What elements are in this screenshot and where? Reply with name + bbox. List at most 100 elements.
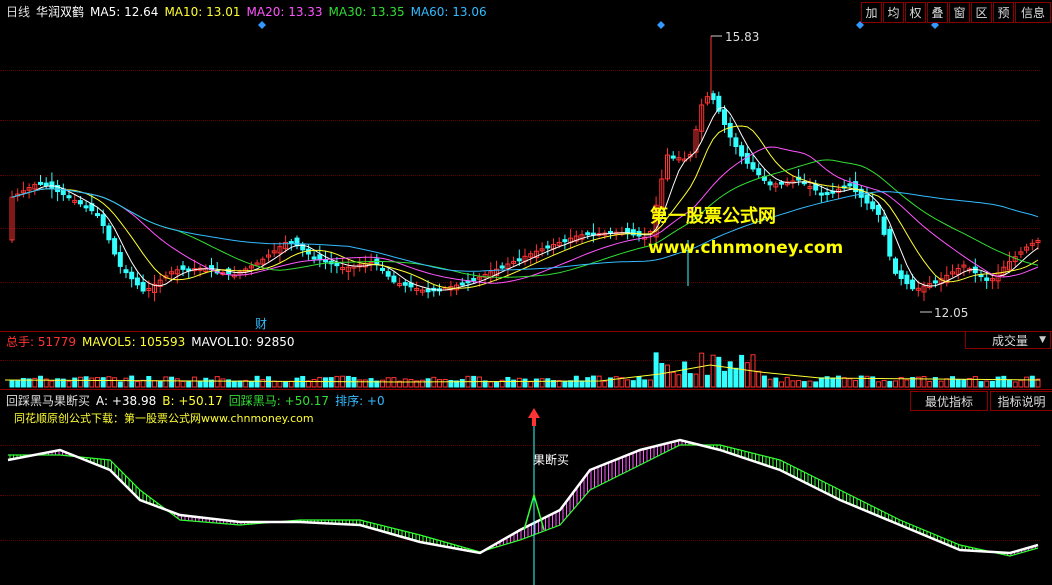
add-button[interactable]: 加 bbox=[861, 2, 882, 23]
volume-bar bbox=[761, 375, 767, 388]
volume-bar bbox=[459, 379, 465, 388]
volume-bar bbox=[739, 354, 745, 388]
volume-bar bbox=[602, 380, 608, 388]
volume-bar bbox=[77, 376, 83, 388]
best-indicator-button[interactable]: 最优指标 bbox=[910, 391, 988, 411]
volume-bar bbox=[756, 370, 762, 388]
volume-bar bbox=[9, 380, 15, 388]
volume-bar bbox=[505, 376, 511, 388]
candle-body bbox=[881, 216, 887, 235]
info-button[interactable]: 信息 bbox=[1015, 2, 1051, 23]
volume-bar bbox=[864, 375, 870, 388]
candle-body bbox=[334, 262, 340, 267]
range-button[interactable]: 区 bbox=[971, 2, 992, 23]
candle-body bbox=[739, 145, 745, 157]
candle-body bbox=[499, 265, 505, 269]
candle-body bbox=[459, 282, 465, 286]
volume-bar bbox=[231, 380, 237, 388]
candle-body bbox=[129, 271, 135, 280]
volume-bar bbox=[818, 377, 824, 388]
volume-bar bbox=[311, 379, 317, 388]
volume-bar bbox=[100, 377, 106, 388]
chart-toolbar: 加 均 权 叠 窗 区 预 信息 ⇦ bbox=[860, 2, 1052, 23]
volume-bar bbox=[72, 377, 78, 388]
volume-bar bbox=[203, 377, 209, 388]
candle-body bbox=[722, 109, 727, 125]
volume-bar bbox=[1029, 375, 1035, 388]
volume-bar bbox=[693, 373, 699, 388]
ma60-label: MA60: 13.06 bbox=[410, 4, 487, 19]
window-button[interactable]: 窗 bbox=[949, 2, 970, 23]
volume-bar bbox=[927, 380, 933, 388]
volume-bar bbox=[613, 376, 619, 388]
candle-body bbox=[904, 274, 910, 285]
indicator-c: 回踩黑马: +50.17 bbox=[228, 394, 330, 408]
indicator-help-button[interactable]: 指标说明 bbox=[990, 391, 1052, 411]
watermark-url: www.chnmoney.com bbox=[648, 238, 844, 258]
volume-bar bbox=[442, 378, 448, 388]
candle-body bbox=[779, 181, 784, 185]
average-button[interactable]: 均 bbox=[883, 2, 904, 23]
volume-bar bbox=[636, 376, 642, 388]
volume-bar bbox=[659, 362, 665, 388]
mavol5-label: MAVOL5: 105593 bbox=[82, 334, 186, 349]
volume-bar bbox=[494, 381, 499, 388]
watermark-title: 第一股票公式网 bbox=[650, 206, 776, 227]
candle-body bbox=[391, 275, 397, 283]
candle-body bbox=[323, 259, 328, 263]
candle-body bbox=[750, 162, 756, 170]
volume-bar bbox=[323, 377, 328, 388]
stock-name: 华润双鹤 bbox=[36, 5, 85, 19]
finance-marker[interactable]: 财 bbox=[255, 315, 267, 332]
candle-body bbox=[710, 93, 716, 101]
main-header: 日线 华润双鹤 MA5: 12.64 MA10: 13.01 MA20: 13.… bbox=[6, 3, 487, 20]
volume-bar bbox=[830, 377, 836, 388]
volume-bar bbox=[83, 376, 89, 388]
candle-body bbox=[380, 267, 385, 271]
volume-bar bbox=[152, 380, 157, 388]
volume-bar bbox=[283, 381, 289, 388]
volume-bar bbox=[642, 379, 648, 388]
volume-bar bbox=[801, 381, 807, 388]
candle-body bbox=[545, 245, 551, 249]
candle-body bbox=[311, 256, 317, 260]
volume-bar bbox=[368, 378, 374, 388]
volume-dropdown[interactable]: 成交量 ▼ bbox=[965, 331, 1051, 349]
candle-body bbox=[756, 168, 762, 176]
candle-body bbox=[180, 265, 186, 270]
volume-bar bbox=[89, 377, 95, 388]
volume-bar bbox=[408, 378, 414, 388]
volume-bar bbox=[887, 380, 893, 388]
candle-body bbox=[294, 237, 300, 247]
volume-bar bbox=[533, 378, 539, 388]
candle-body bbox=[83, 205, 89, 209]
volume-bar bbox=[653, 352, 659, 388]
overlay-button[interactable]: 叠 bbox=[927, 2, 948, 23]
candle-body bbox=[864, 194, 870, 204]
indicator-rank: 排序: +0 bbox=[335, 394, 385, 408]
volume-bar bbox=[687, 373, 693, 388]
volume-bar bbox=[38, 375, 43, 388]
volume-bar bbox=[425, 378, 431, 388]
volume-bar bbox=[157, 380, 163, 388]
volume-bar bbox=[112, 377, 118, 388]
volume-bar bbox=[585, 377, 591, 388]
candle-body bbox=[875, 204, 881, 215]
volume-bar bbox=[317, 376, 323, 388]
volume-bar bbox=[437, 379, 442, 388]
volume-bar bbox=[266, 376, 271, 388]
period-label[interactable]: 日线 bbox=[6, 3, 30, 20]
forecast-button[interactable]: 预 bbox=[993, 2, 1014, 23]
indicator-a: A: +38.98 bbox=[96, 393, 157, 408]
volume-bar bbox=[123, 377, 129, 388]
volume-bar bbox=[647, 379, 653, 388]
volume-bar bbox=[186, 380, 192, 388]
indicator-name[interactable]: 回踩黑马果断买 bbox=[6, 392, 90, 409]
rights-button[interactable]: 权 bbox=[905, 2, 926, 23]
candlestick-chart[interactable] bbox=[0, 0, 1052, 585]
volume-bar bbox=[140, 379, 146, 388]
candle-body bbox=[134, 277, 140, 286]
candle-body bbox=[727, 122, 733, 138]
volume-bar bbox=[191, 376, 197, 388]
volume-bar bbox=[106, 376, 112, 388]
